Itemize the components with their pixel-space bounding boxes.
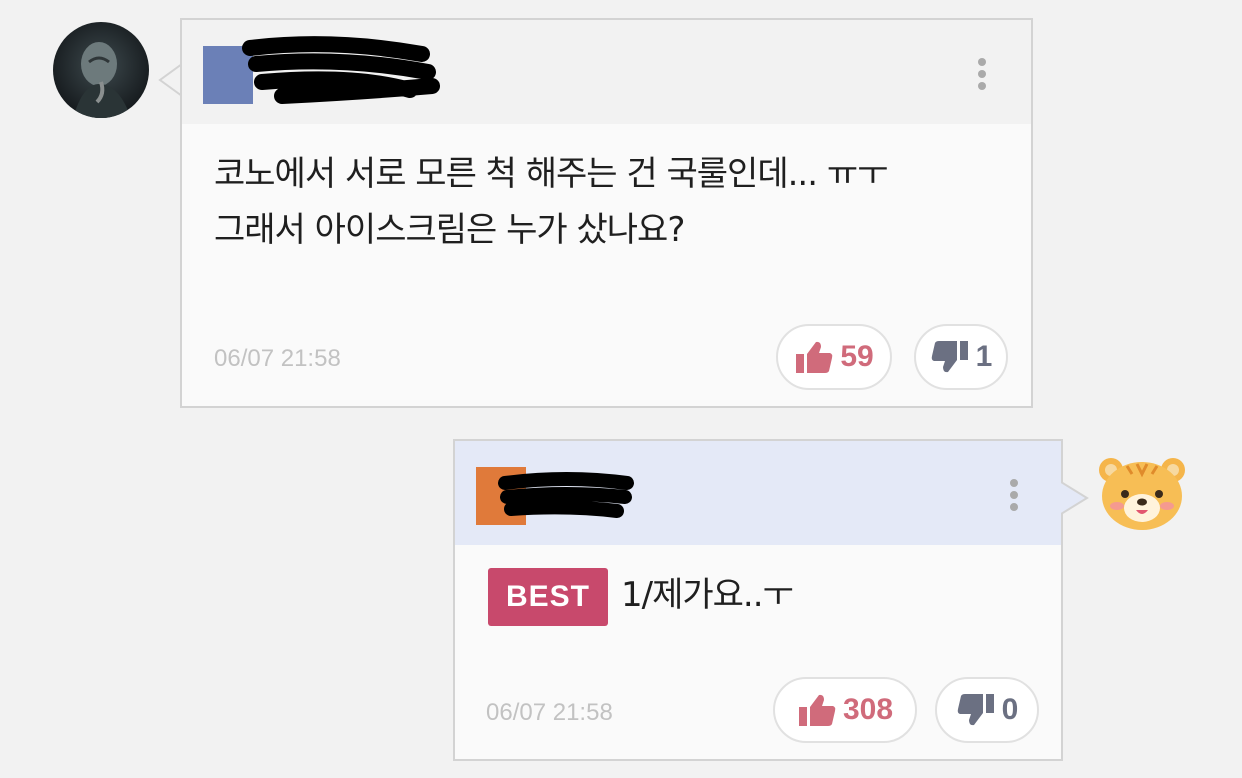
redacted-username	[498, 472, 634, 518]
comment-timestamp: 06/07 21:58	[214, 345, 341, 372]
best-badge: BEST	[488, 568, 608, 626]
dislike-count: 1	[975, 340, 993, 373]
dislike-count: 0	[1001, 693, 1019, 726]
like-button[interactable]: 308	[773, 677, 917, 743]
comment-text-line: 코노에서 서로 모른 척 해주는 건 국룰인데... ㅠㅜ	[214, 154, 888, 194]
reply-card: BEST 1/제가요..ㅜ 06/07 21:58 308 0	[453, 439, 1063, 761]
thumbs-down-icon	[957, 694, 994, 726]
comment-text: 1/제가요..ㅜ	[621, 575, 794, 615]
like-count: 308	[842, 693, 894, 726]
user-avatar[interactable]	[53, 22, 149, 118]
comment-text: 코노에서 서로 모른 척 해주는 건 국룰인데... ㅠㅜ 그래서 아이스크림은…	[214, 146, 888, 258]
speech-tail	[1061, 482, 1089, 515]
thumbs-up-icon	[796, 341, 833, 373]
more-options-icon[interactable]	[976, 58, 988, 96]
dislike-button[interactable]: 1	[914, 324, 1008, 390]
comment-timestamp: 06/07 21:58	[486, 699, 613, 726]
thumbs-down-icon	[931, 341, 968, 373]
thumbs-up-icon	[798, 694, 836, 726]
dislike-button[interactable]: 0	[935, 677, 1039, 743]
comment-card: 코노에서 서로 모른 척 해주는 건 국룰인데... ㅠㅜ 그래서 아이스크림은…	[180, 18, 1033, 408]
redacted-username	[242, 36, 440, 104]
tiger-avatar-icon[interactable]	[1097, 452, 1187, 532]
like-count: 59	[840, 340, 874, 373]
like-button[interactable]: 59	[776, 324, 892, 390]
comment-header	[455, 441, 1061, 545]
more-options-icon[interactable]	[1008, 479, 1020, 517]
comment-text-line: 그래서 아이스크림은 누가 샀나요?	[214, 210, 685, 250]
comment-header	[182, 20, 1031, 124]
